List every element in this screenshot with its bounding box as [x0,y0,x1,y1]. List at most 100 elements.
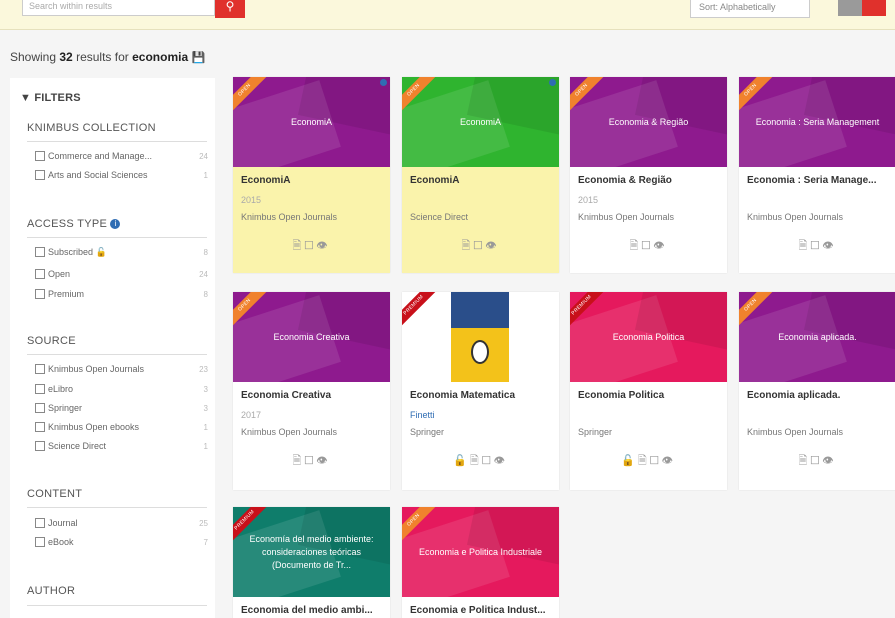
bookmark-icon[interactable]: ☐ [473,240,485,252]
list-view-button[interactable] [862,0,886,16]
document-icon[interactable]: 🗎 [461,240,473,252]
checkbox[interactable] [35,403,45,413]
checkbox[interactable] [35,537,45,547]
card-actions: 🗎☐👁 [570,237,727,256]
cover-image[interactable]: Economia Creativa OPEN [233,292,390,382]
checkbox[interactable] [35,247,45,257]
checkbox[interactable] [35,289,45,299]
checkbox[interactable] [35,422,45,432]
filter-option[interactable]: Knimbus Open Journals [35,364,144,374]
eye-icon[interactable]: 👁 [316,240,330,252]
card-title[interactable]: Economia e Politica Indust... [410,605,546,616]
result-card[interactable]: Economia aplicada. OPEN Economia aplicada.… [739,292,895,490]
checkbox[interactable] [35,170,45,180]
checkbox[interactable] [35,364,45,374]
filter-option[interactable]: Subscribed 🔓 [35,247,107,258]
sort-dropdown[interactable]: Sort: Alphabetically [690,0,810,18]
info-dot-icon[interactable] [380,79,387,86]
filter-option[interactable]: Commerce and Manage... [35,151,152,161]
checkbox[interactable] [35,384,45,394]
bookmark-icon[interactable]: ☐ [304,455,316,467]
grid-view-button[interactable] [838,0,862,16]
cover-image[interactable]: PREMIUM [402,292,559,382]
section-title-source: SOURCE [27,335,76,347]
eye-icon[interactable]: 👁 [662,455,676,467]
eye-icon[interactable]: 👁 [822,455,836,467]
filter-option[interactable]: Premium [35,289,84,299]
cover-image[interactable]: EconomiA OPEN [233,77,390,167]
search-input[interactable]: Search within results [22,0,215,16]
divider [27,605,207,606]
filter-option[interactable]: eBook [35,537,74,547]
eye-icon[interactable]: 👁 [316,455,330,467]
cover-image[interactable]: Economia : Seria Management OPEN [739,77,895,167]
card-title[interactable]: Economia Politica [578,390,664,401]
document-icon[interactable]: 🗎 [638,455,650,467]
document-icon[interactable]: 🗎 [798,455,810,467]
cover-image[interactable]: Economia & Região OPEN [570,77,727,167]
filter-option[interactable]: Knimbus Open ebooks [35,422,139,432]
cover-image[interactable]: EconomiA OPEN [402,77,559,167]
checkbox[interactable] [35,441,45,451]
document-icon[interactable]: 🗎 [798,240,810,252]
result-card[interactable]: Economia e Politica Industriale OPEN Econo… [402,507,559,618]
result-card[interactable]: Economía del medio ambiente: consideraci… [233,507,390,618]
bookmark-icon[interactable]: ☐ [304,240,316,252]
card-title[interactable]: Economia Matematica [410,390,515,401]
cover-title: Economía del medio ambiente: consideraci… [249,533,374,570]
bookmark-icon[interactable]: ☐ [641,240,653,252]
eye-icon[interactable]: 👁 [822,240,836,252]
save-icon[interactable]: 💾 [191,52,205,64]
card-title[interactable]: Economia & Região [578,175,672,186]
result-card[interactable]: Economia Creativa OPEN Economia Creativa 20… [233,292,390,490]
section-title-author: AUTHOR [27,585,76,597]
filter-option[interactable]: eLibro [35,384,73,394]
document-icon[interactable]: 🗎 [470,455,482,467]
result-card[interactable]: Economia : Seria Management OPEN Economia … [739,77,895,273]
document-icon[interactable]: 🗎 [629,240,641,252]
eye-icon[interactable]: 👁 [653,240,667,252]
filter-option[interactable]: Science Direct [35,441,106,451]
search-button[interactable]: ⚲ [215,0,245,18]
card-source: Knimbus Open Journals [241,212,338,222]
cover-title: Economia Creativa [273,331,350,342]
cover-image[interactable]: Economia aplicada. OPEN [739,292,895,382]
result-card[interactable]: PREMIUM Economia Matematica Finetti Springe… [402,292,559,490]
card-title[interactable]: Economia del medio ambi... [241,605,373,616]
result-card[interactable]: Economia & Região OPEN Economia & Região 20… [570,77,727,273]
filter-label: eLibro [48,384,74,394]
result-card[interactable]: EconomiA OPEN EconomiA 2015 Knimbus Open Jou… [233,77,390,273]
card-author[interactable]: Finetti [410,410,435,420]
filter-option[interactable]: Journal [35,518,78,528]
results-prefix: Showing [10,50,57,64]
result-card[interactable]: Economia Politica PREMIUM Economia Politic… [570,292,727,490]
checkbox[interactable] [35,518,45,528]
filter-option[interactable]: Springer [35,403,82,413]
cover-image[interactable]: Economía del medio ambiente: consideraci… [233,507,390,597]
card-title[interactable]: Economia Creativa [241,390,331,401]
cover-image[interactable]: Economia Politica PREMIUM [570,292,727,382]
cover-image[interactable]: Economia e Politica Industriale OPEN [402,507,559,597]
card-title[interactable]: Economia aplicada. [747,390,840,401]
filter-option[interactable]: Open [35,269,70,279]
card-title[interactable]: Economia : Seria Manage... [747,175,876,186]
info-icon[interactable]: i [110,219,121,229]
eye-icon[interactable]: 👁 [494,455,508,467]
book-cover [451,292,509,382]
result-card[interactable]: EconomiA OPEN EconomiA Science Direct 🗎☐👁 [402,77,559,273]
filter-option[interactable]: Arts and Social Sciences [35,170,148,180]
bookmark-icon[interactable]: ☐ [482,455,494,467]
checkbox[interactable] [35,151,45,161]
card-title[interactable]: EconomiA [410,175,459,186]
document-icon[interactable]: 🗎 [292,455,304,467]
access-ribbon: PREMIUM [402,292,438,330]
eye-icon[interactable]: 👁 [485,240,499,252]
card-title[interactable]: EconomiA [241,175,290,186]
info-dot-icon[interactable] [549,79,556,86]
card-source: Springer [578,427,613,437]
checkbox[interactable] [35,269,45,279]
bookmark-icon[interactable]: ☐ [810,240,822,252]
document-icon[interactable]: 🗎 [292,240,304,252]
bookmark-icon[interactable]: ☐ [650,455,662,467]
bookmark-icon[interactable]: ☐ [810,455,822,467]
